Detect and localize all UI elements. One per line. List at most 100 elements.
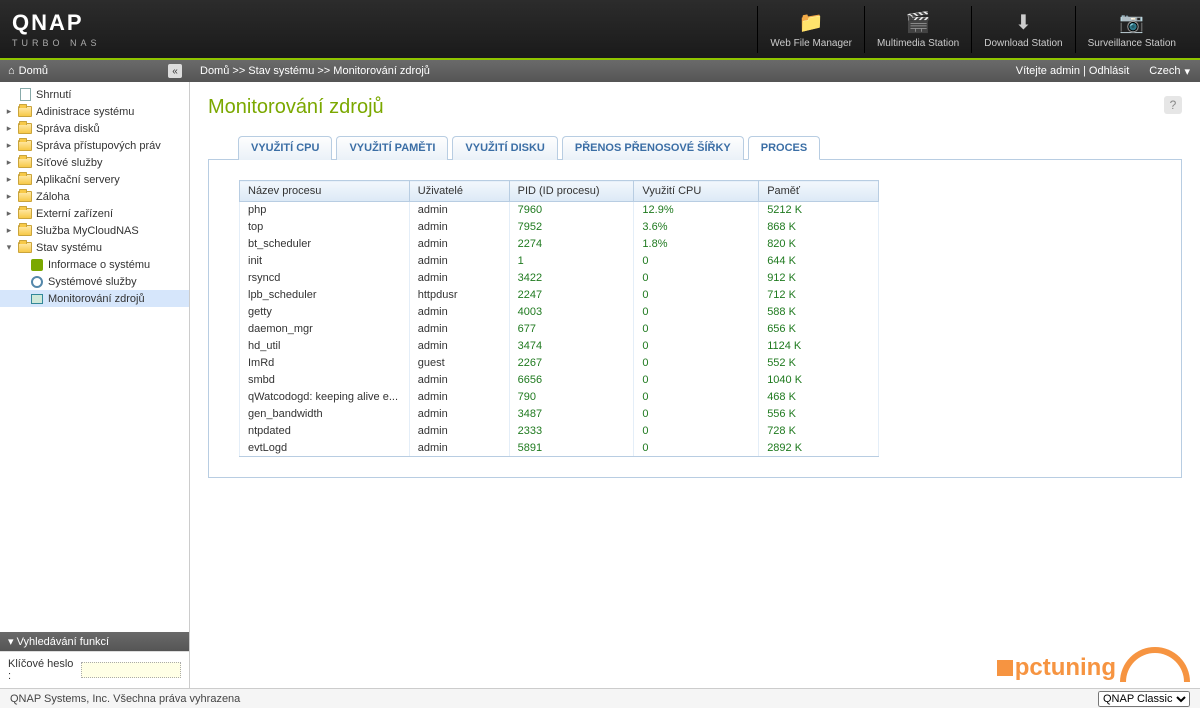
expand-toggle[interactable]: ▸ [4,174,14,185]
sidebar-header: ⌂ Domů « [0,64,190,78]
nav-subitem-informace-o-systému[interactable]: Informace o systému [0,256,189,273]
table-row[interactable]: topadmin79523.6%868 K [240,219,879,236]
nav-label: Stav systému [36,242,102,254]
nav-label: Služba MyCloudNAS [36,225,139,237]
help-button[interactable]: ? [1164,96,1182,114]
nav-subitem-monitorování-zdrojů[interactable]: Monitorování zdrojů [0,290,189,307]
info-icon [30,258,44,272]
nav-item-správa-přístupových-práv[interactable]: ▸Správa přístupových práv [0,137,189,154]
expand-toggle[interactable]: ▸ [4,225,14,236]
cell-user: admin [409,270,509,287]
tab-využití-disku[interactable]: VYUŽITÍ DISKU [452,136,557,160]
nav-item-aplikační-servery[interactable]: ▸Aplikační servery [0,171,189,188]
table-row[interactable]: daemon_mgradmin6770656 K [240,321,879,338]
nav-item-stav-systému[interactable]: ▾ Stav systému [0,239,189,256]
collapse-sidebar-button[interactable]: « [168,64,182,78]
nav-label: Monitorování zdrojů [48,293,145,305]
nav-label: Externí zařízení [36,208,113,220]
cell-cpu: 0 [634,389,759,406]
language-selector[interactable]: Czech ▾ [1139,65,1200,78]
column-header[interactable]: Uživatelé [409,181,509,202]
header-shortcut-surveillance-station[interactable]: 📷Surveillance Station [1075,6,1188,53]
table-row[interactable]: smbdadmin665601040 K [240,372,879,389]
cell-memory: 656 K [759,321,879,338]
nav-label: Systémové služby [48,276,137,288]
home-icon: ⌂ [8,65,15,77]
cell-pid: 4003 [509,304,634,321]
cell-cpu: 12.9% [634,202,759,219]
header-shortcut-web-file-manager[interactable]: 📁 Web File Manager [757,6,864,53]
column-header[interactable]: PID (ID procesu) [509,181,634,202]
expand-toggle[interactable]: ▸ [4,140,14,151]
table-row[interactable]: ntpdatedadmin23330728 K [240,423,879,440]
theme-selector[interactable]: QNAP Classic [1098,691,1190,707]
tab-využití-paměti[interactable]: VYUŽITÍ PAMĚTI [336,136,448,160]
table-row[interactable]: hd_utiladmin347401124 K [240,338,879,355]
nav-subitem-systémové-služby[interactable]: Systémové služby [0,273,189,290]
column-header[interactable]: Název procesu [240,181,410,202]
tab-přenos-přenosové-šířky[interactable]: PŘENOS PŘENOSOVÉ ŠÍŘKY [562,136,744,160]
table-row[interactable]: bt_scheduleradmin22741.8%820 K [240,236,879,253]
header-shortcut-download-station[interactable]: ⬇Download Station [971,6,1074,53]
cell-cpu: 3.6% [634,219,759,236]
table-row[interactable]: ImRdguest22670552 K [240,355,879,372]
nav-item-síťové-služby[interactable]: ▸Síťové služby [0,154,189,171]
home-label: Domů [19,65,48,77]
search-panel: Klíčové heslo : [0,651,189,688]
nav-item-adinistrace-systému[interactable]: ▸Adinistrace systému [0,103,189,120]
table-row[interactable]: phpadmin796012.9%5212 K [240,202,879,219]
shortcut-label: Multimedia Station [877,38,959,49]
cell-user: admin [409,389,509,406]
clapper-icon: 🎬 [903,10,933,36]
folder-icon [18,224,32,238]
tab-bar: VYUŽITÍ CPUVYUŽITÍ PAMĚTIVYUŽITÍ DISKUPŘ… [208,135,1182,160]
expand-toggle[interactable]: ▸ [4,123,14,134]
nav-item-správa-disků[interactable]: ▸Správa disků [0,120,189,137]
cell-memory: 556 K [759,406,879,423]
nav-item-shrnutí[interactable]: Shrnutí [0,86,189,103]
copyright-text: QNAP Systems, Inc. Všechna práva vyhraze… [10,693,240,705]
nav-item-služba-mycloudnas[interactable]: ▸ Služba MyCloudNAS [0,222,189,239]
expand-toggle[interactable]: ▸ [4,191,14,202]
search-input[interactable] [81,662,181,678]
cell-memory: 728 K [759,423,879,440]
table-row[interactable]: lpb_schedulerhttpdusr22470712 K [240,287,879,304]
table-row[interactable]: gettyadmin40030588 K [240,304,879,321]
column-header[interactable]: Paměť [759,181,879,202]
header-shortcut-multimedia-station[interactable]: 🎬 Multimedia Station [864,6,971,53]
tab-proces[interactable]: PROCES [748,136,820,160]
cell-memory: 820 K [759,236,879,253]
process-table: Název procesuUživateléPID (ID procesu)Vy… [239,180,879,457]
logout-link[interactable]: Odhlásit [1089,65,1129,77]
table-row[interactable]: rsyncdadmin34220912 K [240,270,879,287]
cell-user: admin [409,253,509,270]
cell-cpu: 0 [634,423,759,440]
tab-využití-cpu[interactable]: VYUŽITÍ CPU [238,136,332,160]
cell-process-name: ImRd [240,355,410,372]
cell-memory: 868 K [759,219,879,236]
table-row[interactable]: gen_bandwidthadmin34870556 K [240,406,879,423]
cell-memory: 2892 K [759,440,879,457]
folder-search-icon: 📁 [796,10,826,36]
cell-process-name: evtLogd [240,440,410,457]
cell-user: httpdusr [409,287,509,304]
column-header[interactable]: Využití CPU [634,181,759,202]
shortcut-label: Web File Manager [770,38,852,49]
cell-process-name: top [240,219,410,236]
nav-item-externí-zařízení[interactable]: ▸ Externí zařízení [0,205,189,222]
download-icon: ⬇ [1008,10,1038,36]
expand-toggle[interactable]: ▸ [4,157,14,168]
cell-process-name: lpb_scheduler [240,287,410,304]
expand-toggle[interactable]: ▾ [4,242,14,253]
table-row[interactable]: qWatcodogd: keeping alive e...admin79004… [240,389,879,406]
folder-icon [18,190,32,204]
cell-user: admin [409,321,509,338]
cell-cpu: 0 [634,372,759,389]
expand-toggle[interactable]: ▸ [4,208,14,219]
table-row[interactable]: evtLogdadmin589102892 K [240,440,879,457]
nav-item-záloha[interactable]: ▸Záloha [0,188,189,205]
cell-cpu: 0 [634,253,759,270]
table-row[interactable]: initadmin10644 K [240,253,879,270]
expand-toggle[interactable]: ▸ [4,106,14,117]
cell-process-name: rsyncd [240,270,410,287]
